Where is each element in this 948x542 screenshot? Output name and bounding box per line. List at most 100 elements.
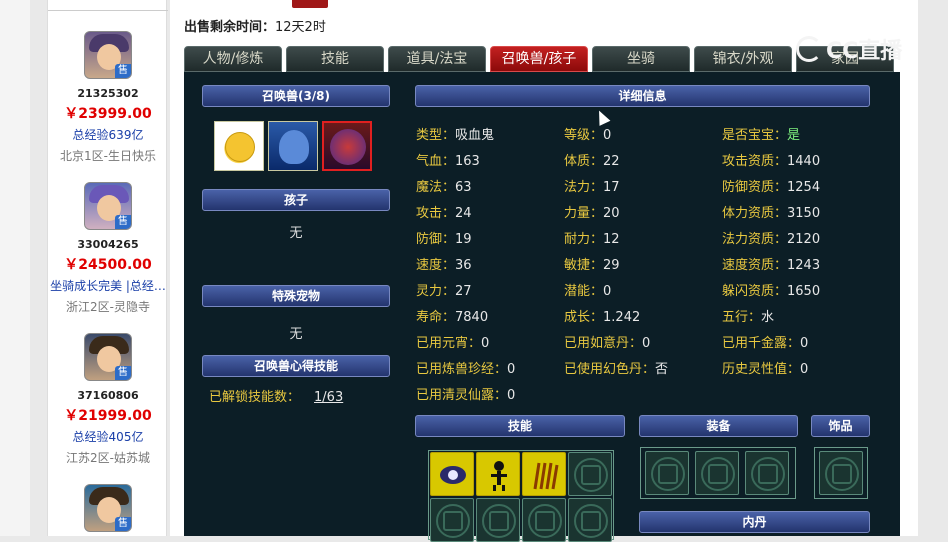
- pets-header: 召唤兽(3/8): [202, 85, 390, 107]
- skills-header: 技能: [415, 415, 625, 437]
- inner-pill-header: 内丹: [639, 511, 870, 533]
- avatar[interactable]: 售: [84, 484, 132, 532]
- detail-used-yuanxiao: 已用元宵：0: [416, 336, 490, 351]
- detail-dodge-aptitude: 躲闪资质：1650: [722, 284, 821, 299]
- seller-card[interactable]: 售 21325302 ￥23999.00 总经验639亿 北京1区-生日快乐: [48, 31, 168, 164]
- tab-mounts[interactable]: 坐骑: [592, 46, 690, 72]
- detail-spirit: 灵力：27: [416, 284, 472, 299]
- claw-skill-icon: [533, 462, 559, 490]
- seller-info[interactable]: 总经验405亿: [48, 428, 168, 445]
- detail-used-lianshou: 已用炼兽珍经：0: [416, 362, 516, 377]
- tab-bar: 人物/修炼 技能 道具/法宝 召唤兽/孩子 坐骑 锦衣/外观 家园: [184, 46, 900, 72]
- equipment-slot[interactable]: [695, 451, 739, 495]
- skill-slot-empty[interactable]: [476, 498, 520, 542]
- special-pet-header: 特殊宠物: [202, 285, 390, 307]
- detail-hp: 气血：163: [416, 154, 480, 169]
- skill-slot-empty[interactable]: [522, 498, 566, 542]
- tab-skills[interactable]: 技能: [286, 46, 384, 72]
- detail-strength: 力量：20: [564, 206, 620, 221]
- detail-header: 详细信息: [415, 85, 870, 107]
- seller-price: ￥24500.00: [64, 257, 152, 273]
- sale-badge: 售: [115, 215, 131, 229]
- detail-level: 等级：0: [564, 128, 612, 143]
- seller-id: 21325302: [77, 87, 139, 100]
- seller-sidebar: 售 21325302 ￥23999.00 总经验639亿 北京1区-生日快乐 售…: [47, 0, 168, 536]
- sale-badge: 售: [115, 64, 131, 78]
- tab-outfits[interactable]: 锦衣/外观: [694, 46, 792, 72]
- avatar[interactable]: 售: [84, 333, 132, 381]
- detail-used-ruyidan: 已用如意丹：0: [564, 336, 651, 351]
- sale-badge: 售: [115, 517, 131, 531]
- detail-defense: 防御：19: [416, 232, 472, 247]
- detail-is-baby: 是否宝宝：是: [722, 128, 801, 143]
- cc-logo-icon: [796, 36, 822, 62]
- detail-magic-aptitude: 法力资质：2120: [722, 232, 821, 247]
- avatar[interactable]: 售: [84, 31, 132, 79]
- pet-portrait-icon: [279, 130, 309, 164]
- pet-slot-2[interactable]: [268, 121, 318, 171]
- detail-potential: 潜能：0: [564, 284, 612, 299]
- detail-magic: 法力：17: [564, 180, 620, 195]
- seller-card[interactable]: 售 33004265 ￥24500.00 坐骑成长完美 |总经… 浙江2区-灵隐…: [48, 182, 168, 315]
- detail-used-huanse: 已使用幻色丹：否: [564, 362, 669, 377]
- sale-badge: 售: [115, 366, 131, 380]
- pet-slot-3-selected[interactable]: [322, 121, 372, 171]
- skill-slot-empty[interactable]: [568, 452, 612, 496]
- detail-type: 类型：吸血鬼: [416, 128, 495, 143]
- detail-speed-aptitude: 速度资质：1243: [722, 258, 821, 273]
- equipment-slot[interactable]: [745, 451, 789, 495]
- seller-info[interactable]: 坐骑成长完美 |总经…: [48, 277, 168, 294]
- seller-server: 浙江2区-灵隐寺: [66, 300, 150, 314]
- seller-server: 北京1区-生日快乐: [60, 149, 156, 163]
- detail-speed: 速度：36: [416, 258, 472, 273]
- left-background: [0, 0, 30, 536]
- skill-slot-empty[interactable]: [430, 498, 474, 542]
- seller-server: 江苏2区-姑苏城: [66, 451, 150, 465]
- skill-slot-empty[interactable]: [568, 498, 612, 542]
- seller-price: ￥21999.00: [64, 408, 152, 424]
- cc-live-watermark: CC直播: [796, 33, 906, 64]
- main-content: 出售剩余时间：12天2时 人物/修炼 技能 道具/法宝 召唤兽/孩子 坐骑 锦衣…: [170, 0, 918, 542]
- pet-detail-panel: 召唤兽(3/8) 孩子 无 特殊宠物 无 召唤兽心得技能 已解锁技能数： 1/63…: [184, 72, 900, 542]
- detail-stamina-aptitude: 体力资质：3150: [722, 206, 821, 221]
- skill-slot-3[interactable]: [522, 452, 566, 496]
- pet-skill-header: 召唤兽心得技能: [202, 355, 390, 377]
- top-cut-button[interactable]: [292, 0, 328, 8]
- unlocked-skills: 已解锁技能数： 1/63: [209, 386, 343, 405]
- equipment-header: 装备: [639, 415, 798, 437]
- tab-pets[interactable]: 召唤兽/孩子: [490, 46, 588, 72]
- seller-price: ￥23999.00: [64, 106, 152, 122]
- detail-growth: 成长：1.242: [564, 310, 641, 325]
- skeleton-skill-icon: [491, 461, 507, 491]
- sale-time-row: 出售剩余时间：12天2时: [184, 16, 326, 35]
- special-pet-value: 无: [289, 327, 303, 342]
- detail-defense-aptitude: 防御资质：1254: [722, 180, 821, 195]
- eye-skill-icon: [440, 466, 466, 484]
- unlocked-skills-label: 已解锁技能数：: [209, 390, 301, 405]
- skill-slot-1[interactable]: [430, 452, 474, 496]
- unlocked-skills-link[interactable]: 1/63: [314, 390, 343, 405]
- detail-used-qingling: 已用清灵仙露：0: [416, 388, 516, 403]
- pet-slot-1[interactable]: [214, 121, 264, 171]
- detail-attack-aptitude: 攻击资质：1440: [722, 154, 821, 169]
- seller-id: 37160806: [77, 389, 139, 402]
- seller-id: 33004265: [77, 238, 139, 251]
- tab-items[interactable]: 道具/法宝: [388, 46, 486, 72]
- skill-slot-2[interactable]: [476, 452, 520, 496]
- equipment-slot[interactable]: [645, 451, 689, 495]
- ornament-slot[interactable]: [819, 451, 863, 495]
- seller-info[interactable]: 总经验639亿: [48, 126, 168, 143]
- seller-card[interactable]: 售: [48, 484, 168, 532]
- avatar[interactable]: 售: [84, 182, 132, 230]
- child-value: 无: [289, 226, 303, 241]
- smiley-icon: [225, 132, 255, 162]
- detail-element: 五行：水: [722, 310, 775, 325]
- tab-character[interactable]: 人物/修炼: [184, 46, 282, 72]
- detail-history-spirit: 历史灵性值：0: [722, 362, 809, 377]
- ornament-header: 饰品: [811, 415, 870, 437]
- detail-attack: 攻击：24: [416, 206, 472, 221]
- child-header: 孩子: [202, 189, 390, 211]
- detail-constitution: 体质：22: [564, 154, 620, 169]
- detail-used-qianjinlu: 已用千金露：0: [722, 336, 809, 351]
- seller-card[interactable]: 售 37160806 ￥21999.00 总经验405亿 江苏2区-姑苏城: [48, 333, 168, 466]
